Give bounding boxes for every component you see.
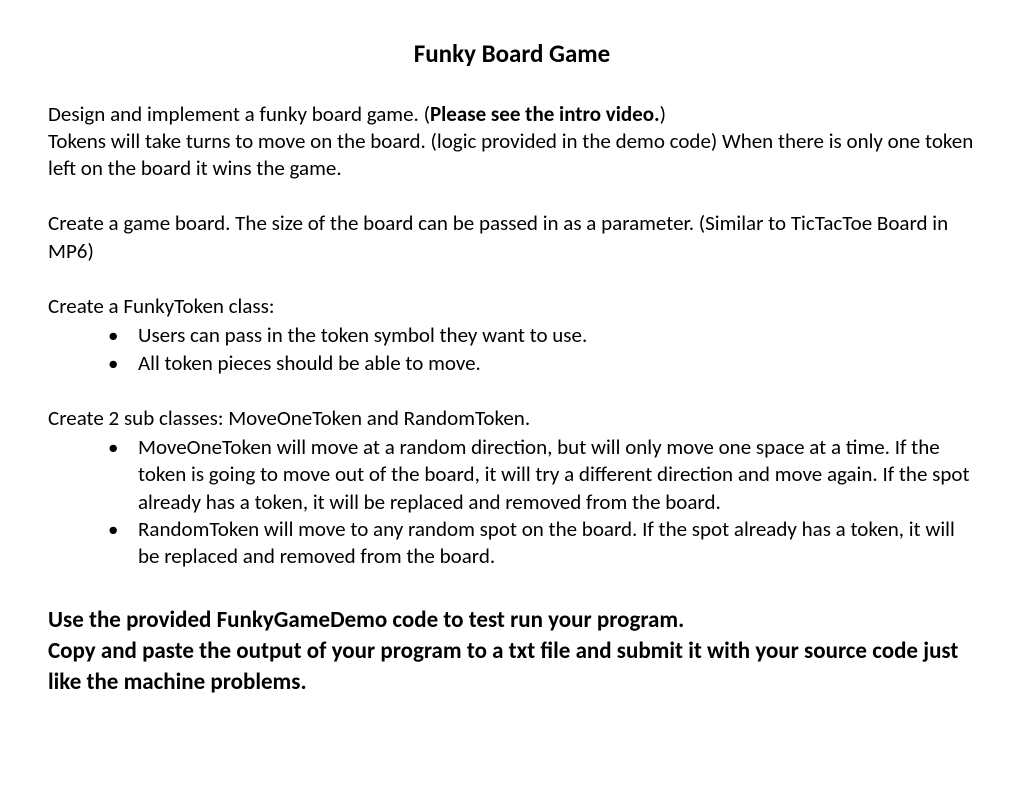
instructions-block: Use the provided FunkyGameDemo code to t…: [48, 605, 976, 698]
list-item: RandomToken will move to any random spot…: [108, 516, 976, 571]
list-item: Users can pass in the token symbol they …: [108, 322, 976, 349]
list-item: All token pieces should be able to move.: [108, 350, 976, 377]
intro-sentence1-bold: Please see the intro video.: [430, 101, 660, 127]
subclasses-heading: Create 2 sub classes: MoveOneToken and R…: [48, 405, 976, 432]
instruction-line-2: Copy and paste the output of your progra…: [48, 636, 976, 698]
funkytoken-bullets: Users can pass in the token symbol they …: [48, 322, 976, 377]
document-title: Funky Board Game: [48, 38, 976, 71]
intro-sentence1-part1: Design and implement a funky board game.…: [48, 101, 430, 127]
list-item: MoveOneToken will move at a random direc…: [108, 434, 976, 516]
intro-paragraph: Design and implement a funky board game.…: [48, 101, 976, 183]
funkytoken-heading: Create a FunkyToken class:: [48, 293, 976, 320]
intro-sentence1-part2: ): [660, 101, 666, 127]
instruction-line-1: Use the provided FunkyGameDemo code to t…: [48, 605, 976, 636]
board-paragraph: Create a game board. The size of the boa…: [48, 210, 976, 265]
subclasses-bullets: MoveOneToken will move at a random direc…: [48, 434, 976, 570]
intro-sentence2: Tokens will take turns to move on the bo…: [48, 128, 973, 181]
